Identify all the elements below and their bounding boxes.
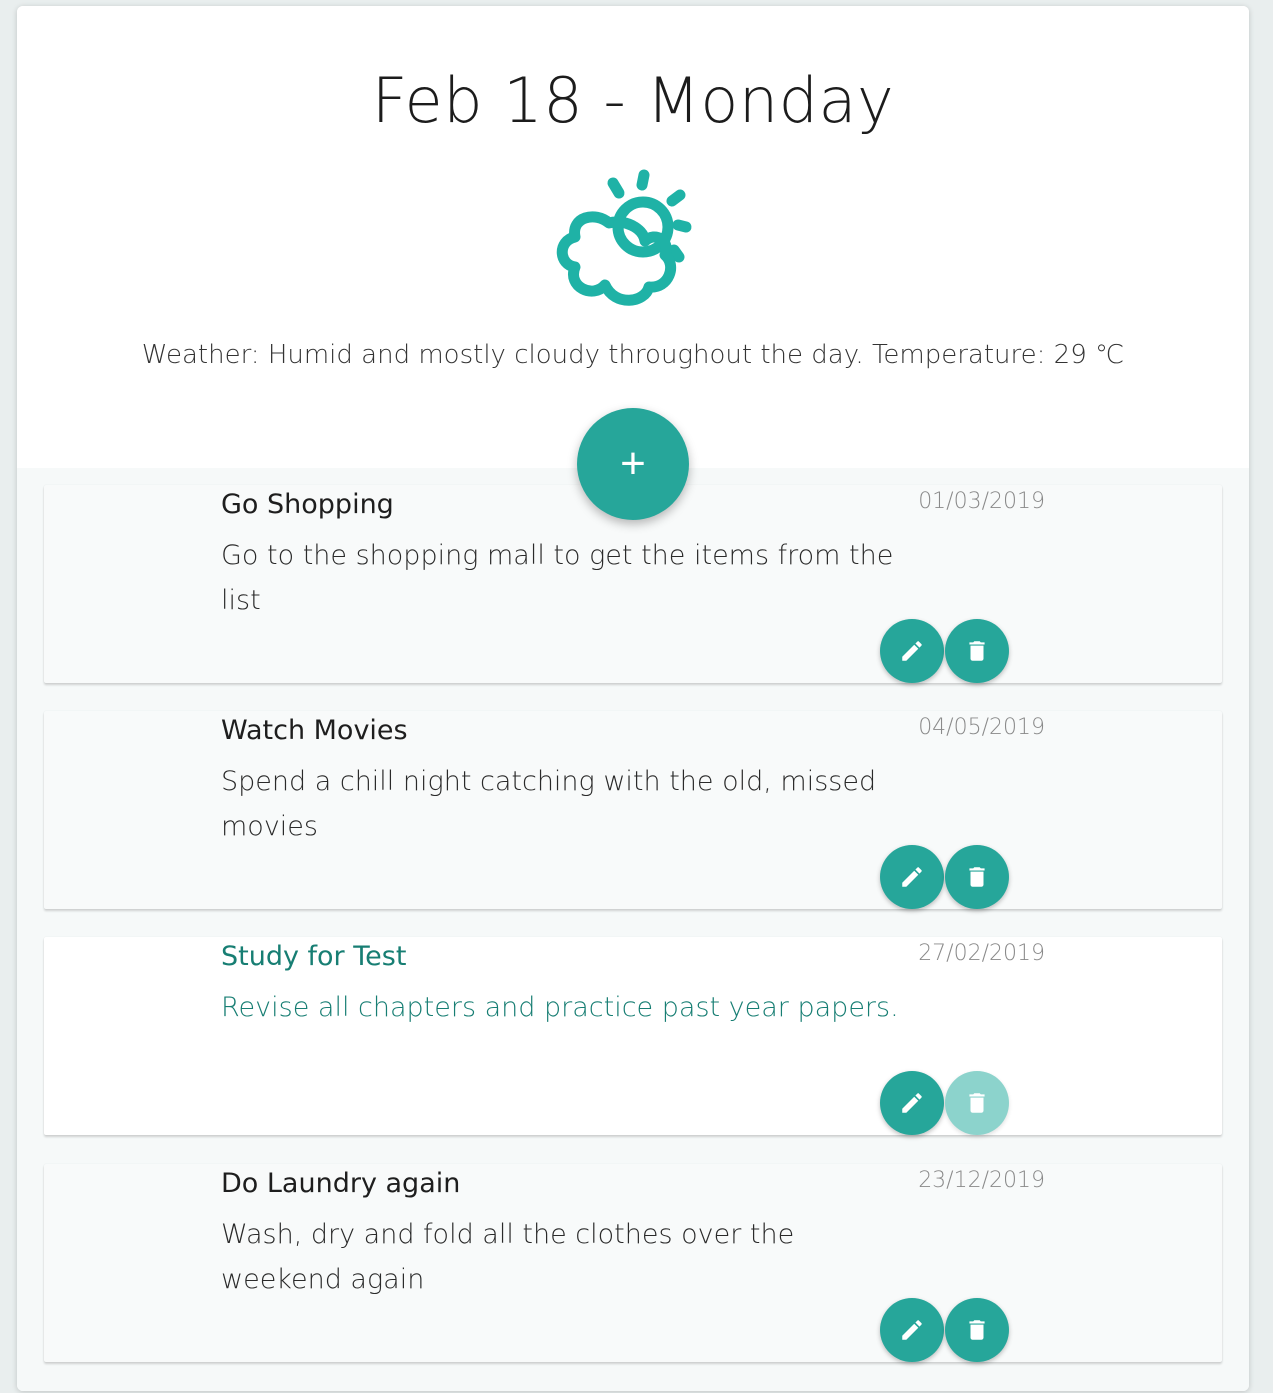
- task-description: Spend a chill night catching with the ol…: [221, 766, 877, 842]
- task-card[interactable]: Do Laundry again Wash, dry and fold all …: [44, 1164, 1222, 1362]
- task-description: Go to the shopping mall to get the items…: [221, 540, 894, 616]
- trash-icon: [969, 1093, 985, 1113]
- task-description: Revise all chapters and practice past ye…: [221, 992, 899, 1023]
- add-task-button[interactable]: +: [577, 408, 689, 520]
- pencil-icon: [902, 641, 922, 661]
- weather-description: Weather: Humid and mostly cloudy through…: [141, 340, 1125, 370]
- page-title: Feb 18 - Monday: [371, 64, 895, 137]
- edit-button[interactable]: [880, 1298, 944, 1362]
- partly-cloudy-icon: [556, 169, 692, 306]
- task-date: 01/03/2019: [918, 489, 1045, 514]
- task-title: Go Shopping: [221, 489, 394, 520]
- task-card[interactable]: Watch Movies Spend a chill night catchin…: [44, 711, 1222, 909]
- task-description: Wash, dry and fold all the clothes over …: [221, 1219, 795, 1295]
- trash-icon: [969, 867, 985, 887]
- task-date: 23/12/2019: [918, 1168, 1045, 1193]
- delete-button[interactable]: [945, 619, 1009, 683]
- pencil-icon: [902, 1093, 922, 1113]
- task-date: 04/05/2019: [918, 715, 1045, 740]
- task-title: Study for Test: [221, 941, 407, 972]
- task-list: Go Shopping Go to the shopping mall to g…: [17, 468, 1249, 1391]
- trash-icon: [969, 1320, 985, 1340]
- edit-button[interactable]: [880, 619, 944, 683]
- delete-button[interactable]: [945, 1298, 1009, 1362]
- task-title: Do Laundry again: [221, 1168, 461, 1199]
- delete-button[interactable]: [945, 845, 1009, 909]
- delete-button-disabled: [945, 1071, 1009, 1135]
- task-date: 27/02/2019: [918, 941, 1045, 966]
- pencil-icon: [902, 867, 922, 887]
- edit-button[interactable]: [880, 1071, 944, 1135]
- task-card-completed[interactable]: Study for Test Revise all chapters and p…: [44, 937, 1222, 1135]
- day-card: Feb 18 - Monday Weather: Humid and mostl…: [17, 6, 1249, 1391]
- pencil-icon: [902, 1320, 922, 1340]
- edit-button[interactable]: [880, 845, 944, 909]
- day-header: Feb 18 - Monday Weather: Humid and mostl…: [17, 6, 1249, 468]
- task-title: Watch Movies: [221, 715, 408, 746]
- trash-icon: [969, 641, 985, 661]
